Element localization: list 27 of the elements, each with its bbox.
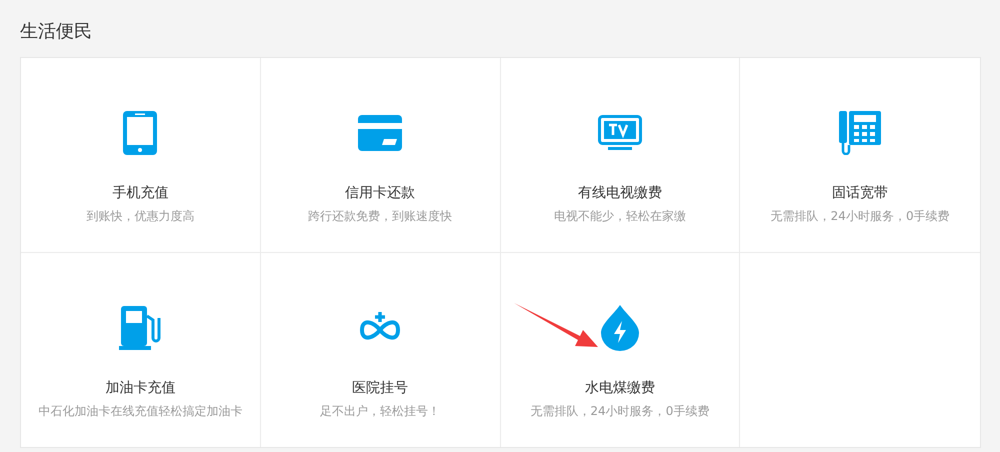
service-name: 水电煤缴费 (584, 379, 655, 397)
tv-icon (598, 115, 642, 151)
section-title: 生活便民 (20, 20, 93, 44)
service-name: 手机充值 (112, 184, 168, 202)
service-tile[interactable]: 加油卡充值 中石化加油卡在线充值轻松搞定加油卡 (21, 253, 261, 447)
service-description: 足不出户，轻松挂号！ (320, 403, 440, 419)
service-tile[interactable]: 医院挂号 足不出户，轻松挂号！ (260, 253, 500, 447)
service-tile[interactable]: 固话宽带 无需排队，24小时服务，0手续费 (740, 58, 980, 253)
water-drop-icon (600, 305, 639, 351)
service-name: 信用卡还款 (345, 184, 416, 202)
service-description: 电视不能少，轻松在家缴 (554, 208, 686, 224)
service-description: 中石化加油卡在线充值轻松搞定加油卡 (38, 403, 242, 419)
credit-card-icon (358, 115, 402, 151)
fuel-pump-icon (119, 306, 162, 350)
service-description: 到账快，优惠力度高 (86, 208, 194, 224)
service-tile[interactable]: 信用卡还款 跨行还款免费，到账速度快 (260, 58, 500, 253)
service-name: 医院挂号 (352, 379, 408, 397)
service-description: 无需排队，24小时服务，0手续费 (770, 208, 950, 224)
service-name: 加油卡充值 (105, 379, 176, 397)
service-tile[interactable]: 手机充值 到账快，优惠力度高 (21, 58, 261, 253)
desk-phone-icon (839, 111, 882, 155)
service-name: 有线电视缴费 (578, 184, 662, 202)
service-name: 固话宽带 (832, 184, 888, 202)
service-tile[interactable]: 有线电视缴费 电视不能少，轻松在家缴 (500, 58, 740, 253)
smartphone-icon (122, 111, 158, 155)
service-description: 跨行还款免费，到账速度快 (308, 208, 452, 224)
service-description: 无需排队，24小时服务，0手续费 (530, 403, 710, 419)
